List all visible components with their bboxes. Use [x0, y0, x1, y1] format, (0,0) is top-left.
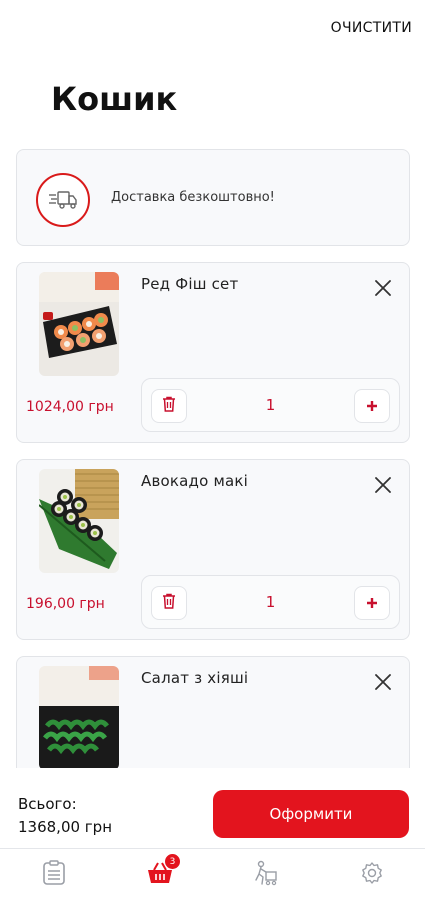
item-price: 196,00 грн	[26, 596, 105, 612]
delivery-truck-icon	[36, 173, 90, 227]
nav-cart[interactable]: 3	[146, 854, 180, 889]
quantity-stepper: 1	[141, 575, 400, 629]
menu-list-icon	[42, 860, 66, 890]
item-name: Ред Фіш сет	[141, 275, 239, 293]
checkout-button[interactable]: Оформити	[213, 790, 409, 838]
remove-item-button[interactable]	[373, 672, 393, 692]
bottom-navigation: 3	[0, 848, 425, 900]
cart-item: Авокадо макі 196,00 грн 1	[16, 459, 410, 640]
nav-delivery[interactable]	[252, 860, 280, 890]
clear-cart-button[interactable]: ОЧИСТИТИ	[331, 20, 412, 36]
item-name: Салат з хіяші	[141, 669, 249, 687]
total-value: 1368,00 грн	[18, 818, 113, 836]
product-image	[39, 469, 119, 573]
settings-gear-icon	[360, 861, 384, 889]
increase-quantity-button[interactable]	[354, 586, 390, 620]
total-label: Всього:	[18, 795, 77, 813]
plus-icon	[366, 397, 378, 416]
remove-item-button[interactable]	[373, 475, 393, 495]
nav-menu[interactable]	[40, 860, 68, 890]
cart-count-badge: 3	[165, 854, 180, 869]
page-title: Кошик	[51, 80, 178, 118]
delivery-text: Доставка безкоштовно!	[111, 190, 275, 205]
delivery-courier-icon	[253, 860, 279, 890]
item-name: Авокадо макі	[141, 472, 248, 490]
nav-settings[interactable]	[358, 861, 386, 889]
order-summary-bar: Всього: 1368,00 грн Оформити	[0, 768, 425, 848]
remove-item-button[interactable]	[373, 278, 393, 298]
increase-quantity-button[interactable]	[354, 389, 390, 423]
product-image	[39, 272, 119, 376]
quantity-stepper: 1	[141, 378, 400, 432]
product-image	[39, 666, 119, 770]
plus-icon	[366, 594, 378, 613]
cart-item: Ред Фіш сет 1024,00 грн 1	[16, 262, 410, 443]
delivery-info-card: Доставка безкоштовно!	[16, 149, 410, 246]
item-price: 1024,00 грн	[26, 399, 114, 415]
